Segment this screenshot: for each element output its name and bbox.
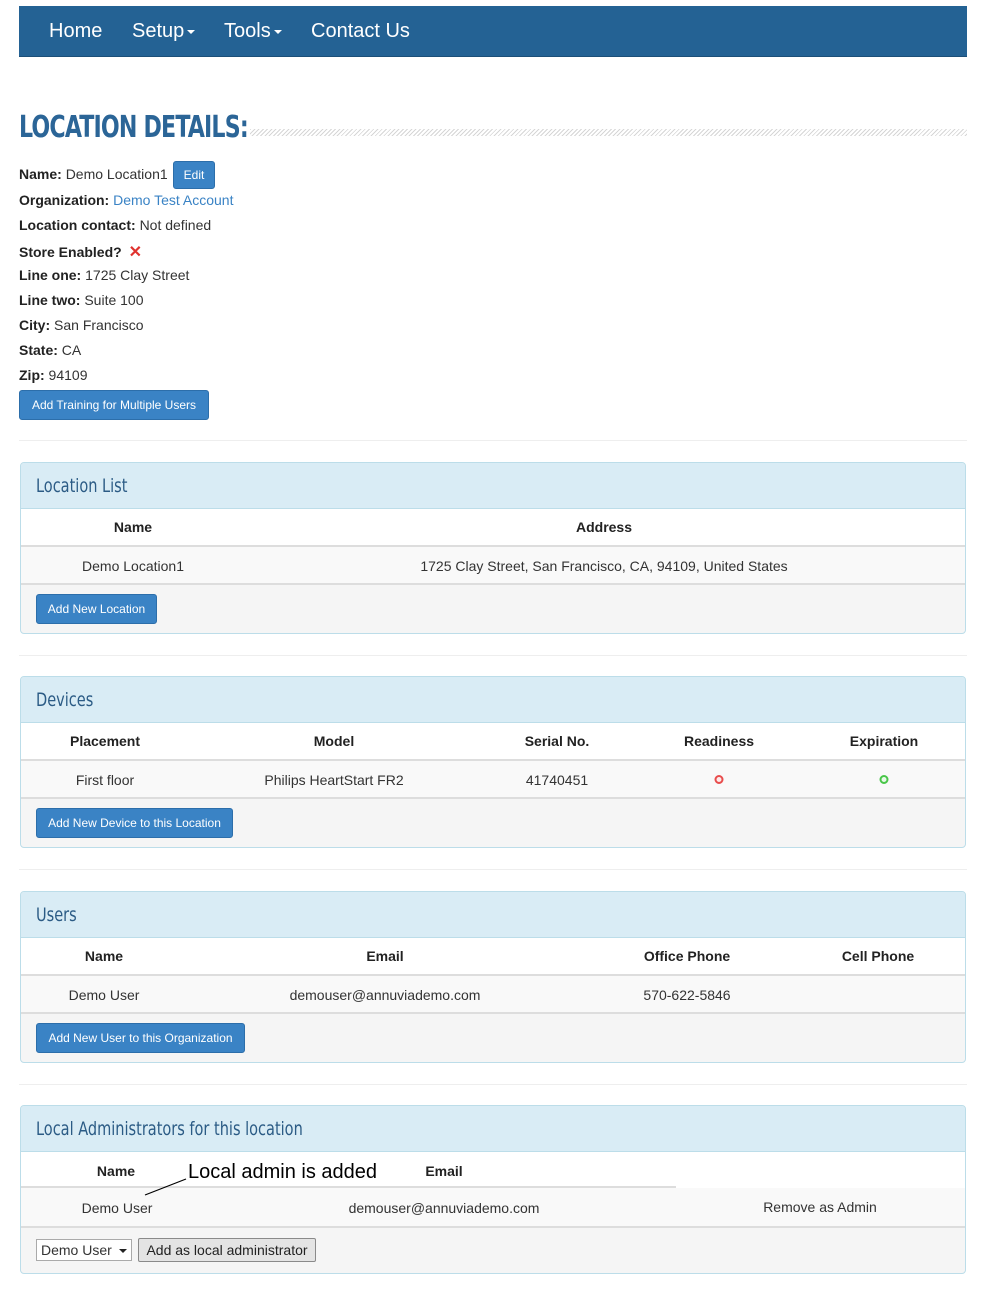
user-office-phone: 570-622-5846 — [643, 987, 731, 1003]
table-row: Demo User demouser@annuviademo.com 570-6… — [21, 976, 965, 1014]
detail-store-enabled: Store Enabled? ✕ — [19, 242, 142, 262]
user-name-link[interactable]: Demo User — [69, 987, 140, 1003]
column-header: Serial No. — [524, 733, 590, 749]
device-serial: 41740451 — [525, 772, 589, 788]
nav-tools-dropdown[interactable]: Tools — [224, 20, 282, 43]
title-divider — [250, 129, 967, 136]
location-list-panel: Location List Name Address Demo Location… — [20, 462, 966, 634]
location-address: 1725 Clay Street, San Francisco, CA, 941… — [420, 558, 788, 574]
device-model: Philips HeartStart FR2 — [264, 772, 404, 788]
select-value: Demo User — [41, 1242, 112, 1258]
section-divider — [19, 1084, 967, 1085]
detail-line-one: Line one: 1725 Clay Street — [19, 267, 189, 283]
panel-header: Users — [21, 892, 965, 938]
panel-title: Location List — [36, 475, 128, 497]
devices-panel: Devices Placement Model Serial No. Readi… — [20, 676, 966, 848]
nav-setup-label: Setup — [132, 20, 185, 42]
nav-contact[interactable]: Contact Us — [311, 20, 410, 43]
admin-name: Demo User — [81, 1200, 153, 1216]
detail-name-value: Demo Location1 — [65, 166, 168, 182]
location-name-link[interactable]: Demo Location1 — [82, 558, 184, 574]
panel-title: Devices — [36, 689, 94, 711]
column-header: Address — [575, 519, 633, 535]
caret-down-icon — [187, 29, 196, 34]
detail-state-value: CA — [61, 342, 82, 358]
detail-state: State: CA — [19, 342, 81, 358]
detail-line2-value: Suite 100 — [84, 292, 144, 308]
users-panel: Users Name Email Office Phone Cell Phone… — [20, 891, 966, 1063]
caret-down-icon — [273, 29, 282, 34]
detail-zip-label: Zip: — [19, 367, 45, 383]
detail-line1-value: 1725 Clay Street — [85, 267, 190, 283]
column-header: Office Phone — [643, 948, 731, 964]
table-row: Demo Location1 1725 Clay Street, San Fra… — [21, 547, 965, 585]
column-header: Cell Phone — [841, 948, 915, 964]
section-divider — [19, 655, 967, 656]
column-header: Name — [113, 519, 153, 535]
panel-title: Users — [36, 904, 77, 926]
organization-link[interactable]: Demo Test Account — [113, 192, 233, 208]
column-header: Model — [313, 733, 355, 749]
admin-user-select[interactable]: Demo User — [36, 1239, 132, 1261]
add-new-device-button[interactable]: Add New Device to this Location — [36, 808, 233, 838]
readiness-status-icon — [714, 775, 724, 784]
add-new-location-button[interactable]: Add New Location — [36, 594, 157, 624]
table-header: Name Email Office Phone Cell Phone — [21, 938, 965, 976]
nav-setup-dropdown[interactable]: Setup — [132, 20, 196, 43]
detail-contact: Location contact: Not defined — [19, 217, 211, 233]
detail-store-label: Store Enabled? — [19, 244, 122, 260]
column-header: Name — [84, 948, 124, 964]
add-training-button[interactable]: Add Training for Multiple Users — [19, 390, 209, 420]
detail-contact-value: Not defined — [139, 217, 212, 233]
detail-contact-label: Location contact: — [19, 217, 136, 233]
nav-home[interactable]: Home — [49, 20, 102, 43]
annotation-label: Local admin is added — [188, 1161, 378, 1183]
page-title: LOCATION DETAILS: — [19, 110, 249, 145]
column-header: Readiness — [683, 733, 755, 749]
detail-city-value: San Francisco — [54, 317, 144, 333]
nav-tools-label: Tools — [224, 20, 271, 42]
detail-zip: Zip: 94109 — [19, 367, 87, 383]
add-new-user-button[interactable]: Add New User to this Organization — [36, 1023, 245, 1053]
detail-state-label: State: — [19, 342, 58, 358]
panel-header: Devices — [21, 677, 965, 723]
user-email-link[interactable]: demouser@annuviademo.com — [290, 987, 481, 1003]
detail-line1-label: Line one: — [19, 267, 82, 283]
detail-name: Name: Demo Location1 — [19, 166, 168, 182]
column-header: Name — [96, 1163, 136, 1179]
column-header: Expiration — [849, 733, 919, 749]
detail-line-two: Line two: Suite 100 — [19, 292, 144, 308]
table-row: First floor Philips HeartStart FR2 41740… — [21, 761, 965, 799]
edit-button[interactable]: Edit — [173, 161, 215, 189]
detail-zip-value: 94109 — [48, 367, 88, 383]
admin-email: demouser@annuviademo.com — [348, 1200, 540, 1216]
detail-name-label: Name: — [19, 166, 62, 182]
detail-organization: Organization: Demo Test Account — [19, 192, 234, 208]
top-navbar: Home Setup Tools Contact Us — [19, 6, 967, 57]
detail-org-label: Organization: — [19, 192, 110, 208]
table-header: Name Address — [21, 509, 965, 547]
add-local-admin-button[interactable]: Add as local administrator — [138, 1238, 316, 1262]
chevron-down-icon — [119, 1249, 127, 1253]
detail-city: City: San Francisco — [19, 317, 144, 333]
panel-header: Location List — [21, 463, 965, 509]
expiration-status-icon — [879, 775, 889, 784]
column-header: Placement — [69, 733, 141, 749]
remove-admin-link[interactable]: Remove as Admin — [763, 1199, 877, 1215]
table-header: Placement Model Serial No. Readiness Exp… — [21, 723, 965, 761]
detail-line2-label: Line two: — [19, 292, 81, 308]
column-header: Email — [425, 1163, 463, 1179]
detail-city-label: City: — [19, 317, 51, 333]
x-mark-icon: ✕ — [128, 244, 142, 261]
section-divider — [19, 869, 967, 870]
panel-header: Local Administrators for this location — [21, 1106, 965, 1152]
panel-title: Local Administrators for this location — [36, 1118, 303, 1140]
column-header: Email — [366, 948, 404, 964]
device-placement-link[interactable]: First floor — [76, 772, 134, 788]
section-divider — [19, 440, 967, 441]
